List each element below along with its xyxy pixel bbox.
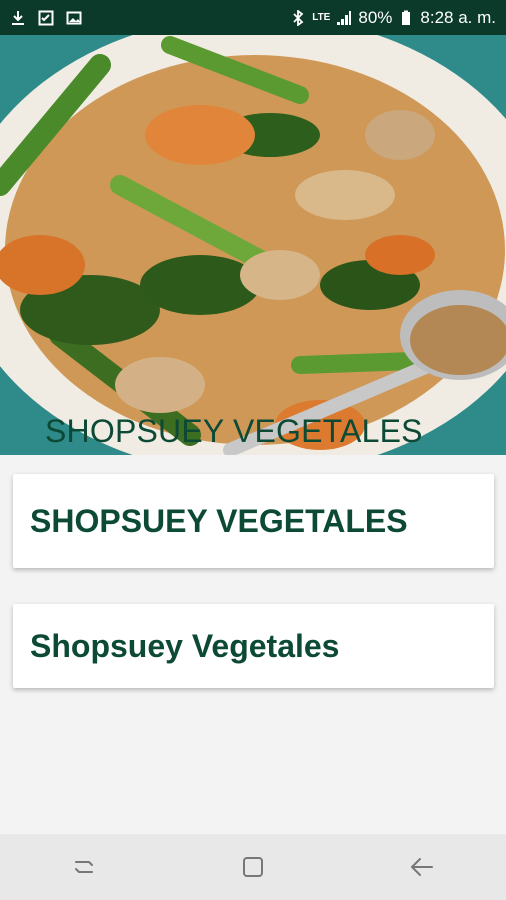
battery-icon [398, 10, 414, 26]
home-icon[interactable] [223, 842, 283, 892]
card-label: SHOPSUEY VEGETALES [30, 502, 408, 539]
image-icon [66, 10, 82, 26]
clock: 8:28 a. m. [420, 7, 496, 27]
back-icon[interactable] [392, 842, 452, 892]
recipe-card-uppercase[interactable]: SHOPSUEY VEGETALES [13, 474, 494, 568]
download-icon [10, 10, 26, 26]
system-nav-bar [0, 834, 506, 900]
battery-percent: 80% [358, 7, 393, 27]
dish-photo: SHOPSUEY VEGETALES [0, 35, 506, 455]
recipe-card-titlecase[interactable]: Shopsuey Vegetales [13, 604, 494, 688]
recent-apps-icon[interactable] [54, 842, 114, 892]
network-type: LTE [312, 12, 331, 23]
signal-icon [336, 10, 352, 26]
hero-title: SHOPSUEY VEGETALES [45, 413, 423, 449]
bluetooth-icon [290, 8, 306, 27]
card-label: Shopsuey Vegetales [30, 627, 340, 664]
status-bar: LTE 80% 8:28 a. m. [0, 0, 506, 35]
checklist-icon [38, 10, 54, 26]
